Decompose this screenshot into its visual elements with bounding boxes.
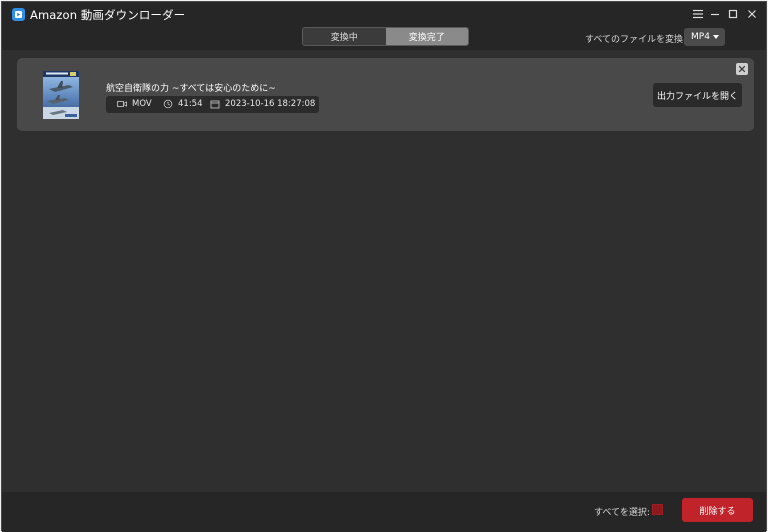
minimize-icon[interactable]	[708, 7, 722, 21]
duration-meta: 41:54	[163, 99, 203, 109]
tab-converting[interactable]: 変換中	[303, 28, 386, 45]
close-icon[interactable]	[745, 7, 759, 21]
video-icon	[117, 101, 127, 107]
bottom-bar: すべてを選択: 削除する	[2, 492, 766, 532]
app-title: Amazon 動画ダウンローダー	[30, 8, 186, 22]
output-format-select[interactable]: MP4	[684, 28, 725, 46]
delete-button[interactable]: 削除する	[682, 498, 753, 522]
menu-icon[interactable]	[691, 7, 705, 21]
item-duration: 41:54	[178, 99, 203, 109]
toolbar: 変換中 変換完了 すべてのファイルを変換: MP4	[2, 26, 766, 50]
caret-down-icon	[713, 35, 719, 39]
open-output-file-button[interactable]: 出力ファイルを開く	[653, 83, 742, 107]
calendar-icon	[210, 100, 220, 109]
app-window: Amazon 動画ダウンローダー 変換中 変換完了 すべてのファイルを変換: M…	[1, 1, 767, 532]
file-list: 航空自衛隊の力 ~すべては安心のために~ MOV 41:54 2023-10-1…	[2, 50, 766, 492]
output-format-value: MP4	[691, 32, 710, 42]
item-date: 2023-10-16 18:27:08	[225, 99, 316, 109]
select-all-checkbox[interactable]	[652, 504, 663, 515]
select-all-label: すべてを選択:	[594, 508, 650, 518]
date-meta: 2023-10-16 18:27:08	[210, 99, 315, 109]
item-format: MOV	[132, 99, 152, 109]
status-tabs: 変換中 変換完了	[302, 27, 469, 46]
item-title: 航空自衛隊の力 ~すべては安心のために~	[106, 84, 276, 94]
clock-icon	[163, 99, 173, 109]
convert-all-label: すべてのファイルを変換:	[585, 35, 687, 45]
file-item: 航空自衛隊の力 ~すべては安心のために~ MOV 41:54 2023-10-1…	[17, 58, 754, 131]
video-thumbnail	[43, 71, 79, 119]
format-meta: MOV	[117, 99, 152, 109]
tab-converted[interactable]: 変換完了	[385, 28, 468, 45]
item-meta: MOV 41:54 2023-10-16 18:27:08	[106, 96, 319, 113]
play-icon	[12, 8, 25, 21]
remove-item-close-icon[interactable]	[736, 63, 748, 75]
title-bar[interactable]: Amazon 動画ダウンローダー	[2, 2, 766, 26]
maximize-icon[interactable]	[726, 7, 740, 21]
